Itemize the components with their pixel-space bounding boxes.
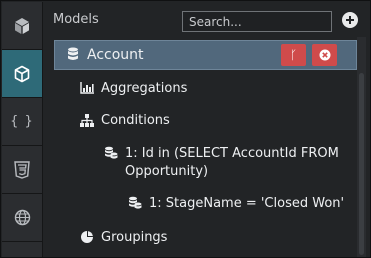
braces-icon: { }	[10, 114, 34, 129]
rail-braces[interactable]: { }	[2, 98, 42, 146]
puzzle-cube-icon	[15, 17, 29, 34]
bar-chart-icon	[79, 80, 95, 96]
tree-node-condition-1[interactable]: 1: Id in (SELECT AccountId FROM Opportun…	[103, 145, 348, 181]
pie-chart-icon	[79, 229, 95, 245]
models-panel: { } Models Search... Account ᚴ Aggregati…	[0, 0, 371, 258]
close-circle-icon	[319, 49, 330, 61]
search-input[interactable]	[182, 11, 332, 32]
tree-scrollbar[interactable]	[357, 37, 366, 257]
rail-css3[interactable]	[2, 146, 42, 194]
tree-node-label: 1: Id in (SELECT AccountId FROM Opportun…	[125, 146, 339, 179]
panel-title: Models	[53, 12, 99, 27]
database-icon	[65, 46, 81, 62]
cube-icon	[14, 65, 30, 82]
tree-node-label: Groupings	[101, 230, 168, 245]
sitemap-icon	[79, 112, 95, 128]
model-tree: Account ᚴ Aggregations Conditions 1: Id …	[43, 37, 357, 257]
tree-node-label: Conditions	[101, 113, 170, 128]
panel-header: Models	[43, 2, 370, 36]
tree-node-label: Aggregations	[101, 81, 188, 96]
globe-icon	[14, 209, 30, 226]
tree-node-label: 1: StageName = 'Closed Won'	[149, 196, 345, 211]
tree-node-subcondition-1[interactable]: 1: StageName = 'Closed Won'	[127, 195, 344, 213]
tree-node-label: Account	[87, 47, 144, 63]
branch-button[interactable]: ᚴ	[281, 44, 306, 66]
branch-icon: ᚴ	[289, 48, 298, 62]
tree-node-groupings[interactable]: Groupings	[79, 229, 167, 247]
rail-cube[interactable]	[2, 50, 42, 98]
database-icon	[127, 195, 143, 211]
css3-icon	[14, 160, 30, 179]
scrollbar-thumb[interactable]	[359, 73, 364, 255]
tree-node-conditions[interactable]: Conditions	[79, 112, 170, 130]
add-button[interactable]	[342, 12, 358, 28]
rail-globe[interactable]	[2, 194, 42, 242]
left-toolbar: { }	[2, 2, 43, 257]
remove-button[interactable]	[312, 44, 337, 66]
tree-node-aggregations[interactable]: Aggregations	[79, 80, 187, 98]
plus-icon	[346, 16, 354, 24]
tree-node-account[interactable]: Account	[65, 46, 144, 64]
database-icon	[103, 145, 119, 161]
rail-puzzle-cube[interactable]	[2, 2, 42, 50]
